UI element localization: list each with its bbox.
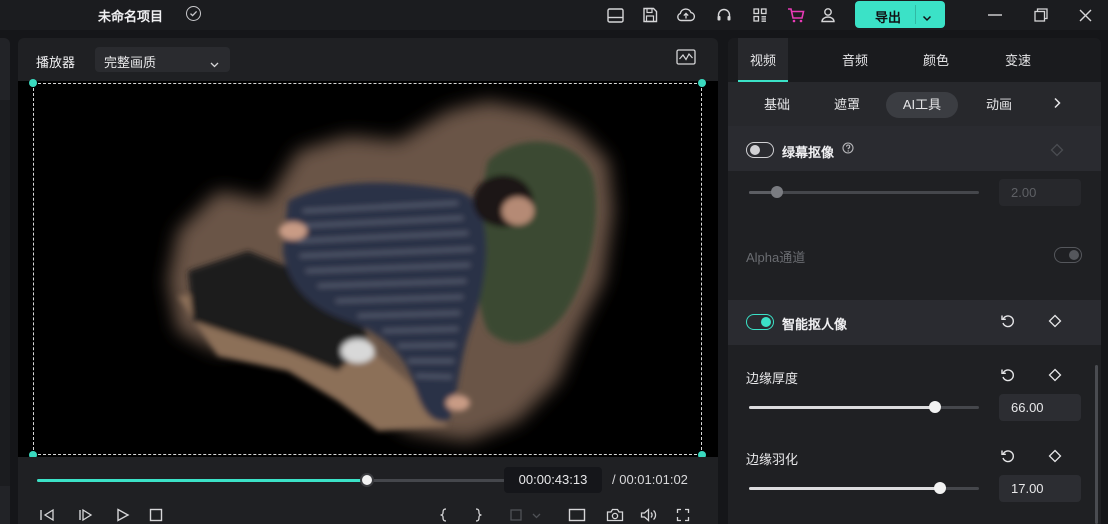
keyframe-diamond-icon <box>1050 143 1064 160</box>
save-icon[interactable] <box>640 5 660 25</box>
player-title: 播放器 <box>36 55 76 70</box>
toggle-knob <box>750 145 760 155</box>
slider-handle[interactable] <box>933 482 946 494</box>
export-divider <box>915 5 916 24</box>
help-icon[interactable] <box>842 142 854 157</box>
smart-cutout-label: 智能抠人像 <box>782 317 848 332</box>
project-title: 未命名项目 <box>98 9 164 24</box>
inspector-subtabs: 基础 遮罩 AI工具 动画 <box>728 82 1101 126</box>
edge-feather-slider[interactable] <box>749 482 979 494</box>
cloud-upload-icon[interactable] <box>676 5 696 25</box>
headset-icon[interactable] <box>714 5 734 25</box>
tab-speed[interactable]: 变速 <box>993 38 1043 82</box>
edge-thickness-slider[interactable] <box>749 401 979 413</box>
slider-handle[interactable] <box>770 186 783 198</box>
subtab-label: 动画 <box>985 97 1012 112</box>
media-panel-edge <box>0 38 10 524</box>
volume-icon[interactable] <box>640 508 658 524</box>
tab-label: 视频 <box>749 53 776 68</box>
inspector-tabs: 视频 音频 颜色 变速 <box>728 38 1101 82</box>
reset-icon[interactable] <box>1000 313 1016 332</box>
saved-check-icon <box>186 6 201 21</box>
subtab-basic[interactable]: 基础 <box>752 92 802 118</box>
slider-fill <box>749 487 940 490</box>
tab-color[interactable]: 颜色 <box>911 38 961 82</box>
grid-apps-icon[interactable] <box>750 5 770 25</box>
stop-icon[interactable] <box>149 508 163 524</box>
edge-feather-value[interactable]: 17.00 <box>999 475 1081 502</box>
close-icon[interactable] <box>1074 4 1096 26</box>
chroma-key-value[interactable]: 2.00 <box>999 179 1081 206</box>
alpha-channel-label: Alpha通道 <box>746 250 806 265</box>
slider-fill <box>749 406 936 409</box>
scrubber[interactable] <box>37 473 505 487</box>
edge-thickness-label: 边缘厚度 <box>746 371 799 386</box>
prev-frame-icon[interactable] <box>39 508 57 524</box>
edge-feather-label: 边缘羽化 <box>746 452 799 467</box>
export-button[interactable]: 导出 <box>855 1 945 28</box>
chroma-key-label: 绿幕抠像 <box>782 145 835 160</box>
scrubber-progress <box>37 479 368 482</box>
quality-select[interactable]: 完整画质 <box>95 47 230 72</box>
chevron-down-icon <box>210 56 219 71</box>
keyframe-diamond-icon[interactable] <box>1048 449 1062 466</box>
quality-value: 完整画质 <box>104 55 157 70</box>
resize-handle[interactable] <box>29 79 37 87</box>
edge-thickness-value[interactable]: 66.00 <box>999 394 1081 421</box>
keyframe-diamond-icon[interactable] <box>1048 314 1062 331</box>
subtab-label: AI工具 <box>902 97 942 112</box>
total-duration: / 00:01:01:02 <box>612 472 688 487</box>
display-icon[interactable] <box>568 508 586 524</box>
tab-label: 变速 <box>1004 53 1031 68</box>
restore-icon[interactable] <box>1030 4 1052 26</box>
subtab-animation[interactable]: 动画 <box>974 92 1024 118</box>
scrubber-handle[interactable] <box>360 473 375 487</box>
account-icon[interactable] <box>818 5 838 25</box>
chroma-key-toggle[interactable] <box>746 142 774 158</box>
inspector-scrollbar[interactable] <box>1095 365 1098 524</box>
current-timecode[interactable]: 00:00:43:13 <box>504 467 602 493</box>
tab-label: 颜色 <box>922 53 949 68</box>
cart-icon[interactable] <box>786 5 806 25</box>
inspector-panel: 视频 音频 颜色 变速 基础 遮罩 AI工具 动画 绿幕抠像 2.00 Alph… <box>728 38 1101 524</box>
tab-label: 音频 <box>841 53 868 68</box>
next-frame-icon[interactable] <box>77 508 95 524</box>
waveform-scope-icon[interactable] <box>676 49 696 68</box>
video-preview[interactable] <box>18 79 718 459</box>
slider-handle[interactable] <box>929 401 942 413</box>
reset-icon[interactable] <box>1000 448 1016 467</box>
camera-icon[interactable] <box>606 508 624 524</box>
title-bar: 未命名项目 导出 <box>0 0 1108 30</box>
export-label: 导出 <box>875 10 902 25</box>
toggle-knob <box>761 317 771 327</box>
chroma-key-slider[interactable] <box>749 186 979 198</box>
subtab-ai-tools[interactable]: AI工具 <box>886 92 958 118</box>
chevron-right-icon[interactable] <box>1053 97 1061 112</box>
chevron-down-icon[interactable] <box>922 10 932 25</box>
selection-box[interactable] <box>33 83 702 455</box>
subtab-label: 基础 <box>763 97 790 112</box>
playback-bar: 00:00:43:13 / 00:01:01:02 <box>18 457 718 524</box>
layout-icon[interactable] <box>605 5 625 25</box>
tab-audio[interactable]: 音频 <box>830 38 880 82</box>
resize-handle[interactable] <box>698 79 706 87</box>
play-icon[interactable] <box>115 508 131 524</box>
snapshot-frame-icon <box>509 508 523 524</box>
toggle-knob <box>1069 250 1079 260</box>
media-panel-band <box>0 100 10 486</box>
fullscreen-icon[interactable] <box>676 508 690 524</box>
mark-out-icon[interactable] <box>473 508 483 524</box>
mark-in-icon[interactable] <box>439 508 449 524</box>
minimize-icon[interactable] <box>984 4 1006 26</box>
player-panel: 播放器 完整画质 00:00:43:13 / 00:01:01:02 <box>18 38 718 524</box>
smart-cutout-toggle[interactable] <box>746 314 774 330</box>
chevron-down-icon <box>532 508 541 524</box>
keyframe-diamond-icon[interactable] <box>1048 368 1062 385</box>
alpha-channel-toggle[interactable] <box>1054 247 1082 263</box>
subtab-label: 遮罩 <box>833 97 860 112</box>
reset-icon[interactable] <box>1000 367 1016 386</box>
subtab-mask[interactable]: 遮罩 <box>822 92 872 118</box>
tab-video[interactable]: 视频 <box>738 38 788 82</box>
